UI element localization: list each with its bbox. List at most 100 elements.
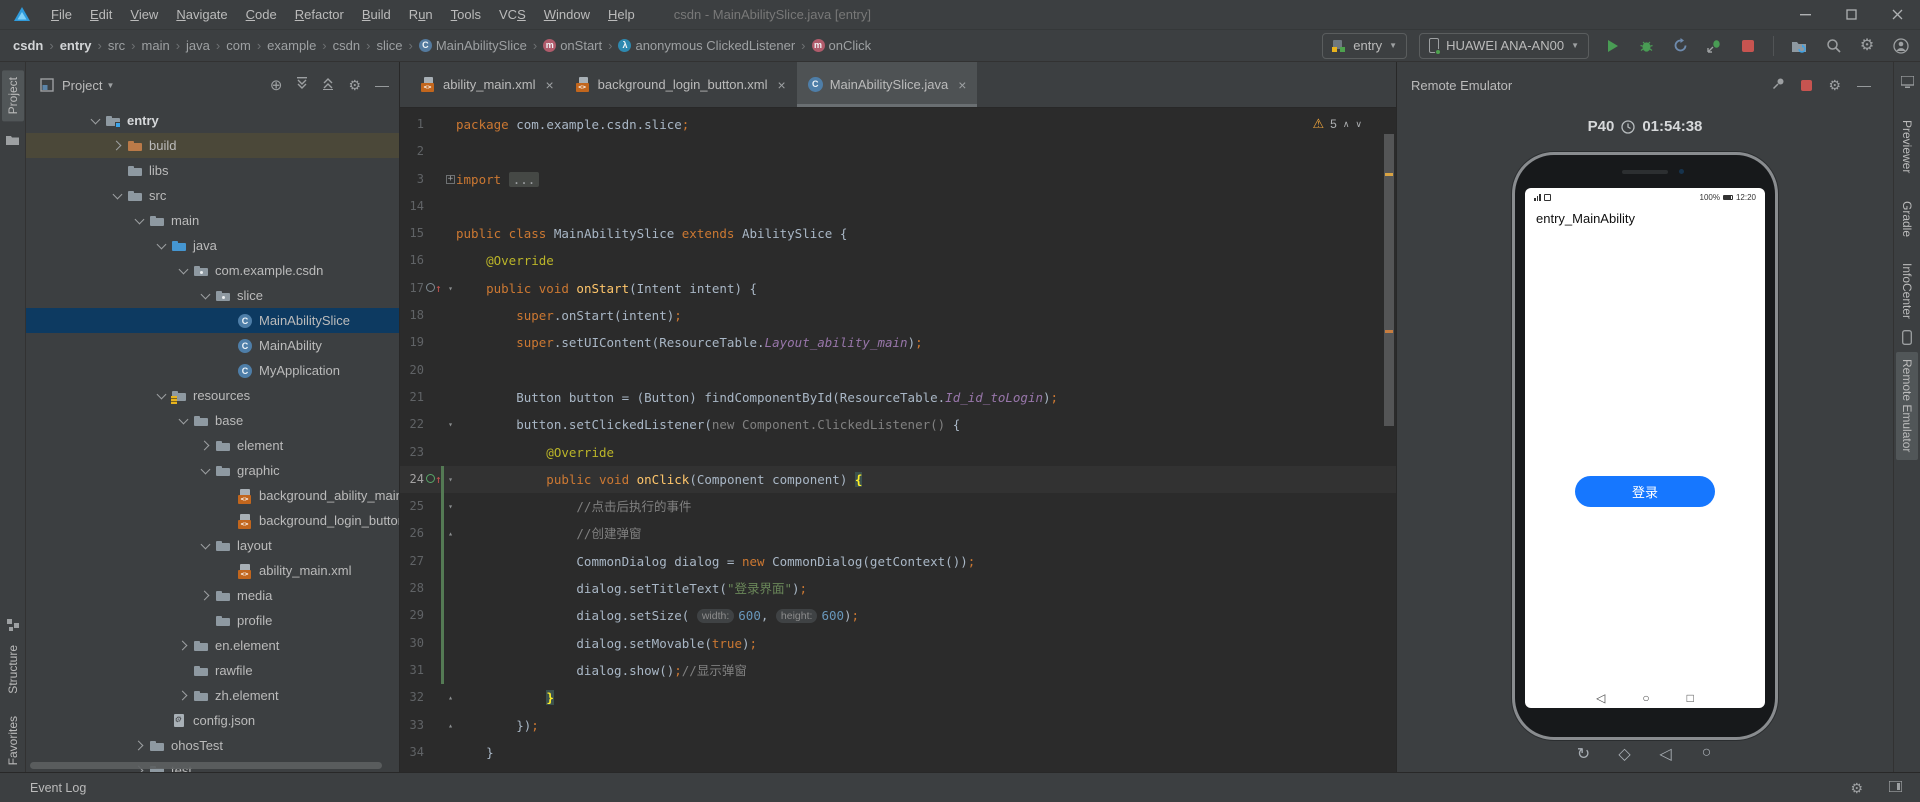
back-icon[interactable]: ◁ bbox=[1655, 744, 1677, 764]
chevron-expanded-icon[interactable] bbox=[89, 108, 103, 133]
collapse-all-icon[interactable] bbox=[322, 77, 334, 93]
menu-navigate[interactable]: Navigate bbox=[167, 0, 236, 30]
menu-edit[interactable]: Edit bbox=[81, 0, 121, 30]
code-line-30[interactable]: 30 dialog.setMovable(true); bbox=[400, 629, 1396, 657]
menu-view[interactable]: View bbox=[121, 0, 167, 30]
overriding-method-icon[interactable] bbox=[426, 282, 435, 292]
tree-item-graphic[interactable]: graphic bbox=[26, 458, 399, 483]
chevron-collapsed-icon[interactable] bbox=[133, 733, 147, 758]
fold-marker-icon[interactable]: ▾ bbox=[445, 493, 456, 520]
fold-marker-icon[interactable]: + bbox=[446, 174, 455, 184]
breadcrumb-item-slice[interactable]: slice bbox=[375, 38, 403, 53]
project-settings-gear-icon[interactable]: ⚙ bbox=[348, 78, 361, 92]
tree-item-com-example-csdn[interactable]: com.example.csdn bbox=[26, 258, 399, 283]
stop-button[interactable] bbox=[1737, 35, 1759, 57]
breadcrumb-item-csdn[interactable]: csdn bbox=[12, 38, 44, 53]
tree-item-background-ability-main-xml[interactable]: <> background_ability_main.xml bbox=[26, 483, 399, 508]
login-button[interactable]: 登录 bbox=[1575, 476, 1715, 507]
menu-build[interactable]: Build bbox=[353, 0, 400, 30]
fold-marker-icon[interactable]: ▾ bbox=[445, 411, 456, 438]
chevron-collapsed-icon[interactable] bbox=[199, 433, 213, 458]
tool-strip-remote-emulator-tab[interactable]: Remote Emulator bbox=[1896, 352, 1918, 460]
chevron-collapsed-icon[interactable] bbox=[199, 583, 213, 608]
chevron-collapsed-icon[interactable] bbox=[177, 683, 191, 708]
breadcrumb-item-entry[interactable]: entry bbox=[59, 38, 93, 53]
tree-item-build[interactable]: build bbox=[26, 133, 399, 158]
tree-item-config-json[interactable]: ⚙ config.json bbox=[26, 708, 399, 733]
code-line-22[interactable]: 22 ▾ button.setClickedListener(new Compon… bbox=[400, 411, 1396, 438]
emulator-settings-gear-icon[interactable]: ⚙ bbox=[1828, 78, 1841, 92]
menu-code[interactable]: Code bbox=[237, 0, 286, 30]
code-line-3[interactable]: 3 + import ... bbox=[400, 166, 1396, 193]
chevron-expanded-icon[interactable] bbox=[133, 208, 147, 233]
chevron-expanded-icon[interactable] bbox=[199, 458, 213, 483]
profile-avatar-icon[interactable] bbox=[1890, 35, 1912, 57]
tree-item-layout[interactable]: layout bbox=[26, 533, 399, 558]
screen-share-icon[interactable] bbox=[1899, 75, 1915, 91]
editor-tab-ability-main-xml[interactable]: <> ability_main.xml × bbox=[410, 62, 565, 107]
tree-item-zh-element[interactable]: zh.element bbox=[26, 683, 399, 708]
editor-tab-mainabilityslice-java[interactable]: C MainAbilitySlice.java × bbox=[796, 62, 978, 107]
tree-item-resources[interactable]: resources bbox=[26, 383, 399, 408]
code-editor[interactable]: 1 package com.example.csdn.slice; 2 3 + impor… bbox=[400, 108, 1396, 772]
phone-screen[interactable]: 100% 12:20 entry_MainAbility 登录 ◁ ○ □ bbox=[1525, 188, 1765, 708]
minimize-button[interactable] bbox=[1782, 0, 1828, 30]
nav-home-icon[interactable]: ○ bbox=[1642, 691, 1649, 705]
expand-all-icon[interactable] bbox=[296, 77, 308, 93]
tree-item-mainabilityslice[interactable]: C MainAbilitySlice bbox=[26, 308, 399, 333]
tool-strip-structure-tab[interactable]: Structure bbox=[2, 638, 24, 701]
overriding-method-icon[interactable] bbox=[426, 473, 435, 483]
tool-strip-gradle-tab[interactable]: Gradle bbox=[1896, 194, 1918, 244]
stop-emulator-icon[interactable] bbox=[1801, 79, 1813, 91]
menu-help[interactable]: Help bbox=[599, 0, 644, 30]
fold-marker-icon[interactable]: ▾ bbox=[445, 466, 456, 493]
breadcrumb-item-src[interactable]: src bbox=[107, 38, 126, 53]
chevron-expanded-icon[interactable] bbox=[199, 533, 213, 558]
tool-strip-favorites-tab[interactable]: Favorites bbox=[2, 709, 24, 772]
tree-item-ability-main-xml[interactable]: <> ability_main.xml bbox=[26, 558, 399, 583]
code-line-25[interactable]: 25 ▾ //点击后执行的事件 bbox=[400, 493, 1396, 521]
chevron-down-icon[interactable]: ▼ bbox=[106, 81, 114, 90]
breadcrumb-item-csdn[interactable]: csdn bbox=[332, 38, 361, 53]
next-warning-icon[interactable]: ∨ bbox=[1355, 119, 1362, 130]
menu-run[interactable]: Run bbox=[400, 0, 442, 30]
fold-marker-icon[interactable]: ▴ bbox=[445, 712, 456, 739]
tree-item-src[interactable]: src bbox=[26, 183, 399, 208]
code-line-15[interactable]: 15 public class MainAbilitySlice extends … bbox=[400, 220, 1396, 247]
tree-item-myapplication[interactable]: C MyApplication bbox=[26, 358, 399, 383]
close-tab-icon[interactable]: × bbox=[545, 77, 553, 93]
nav-back-icon[interactable]: ◁ bbox=[1596, 691, 1605, 705]
code-line-19[interactable]: 19 super.setUIContent(ResourceTable.Layo… bbox=[400, 329, 1396, 356]
code-line-18[interactable]: 18 super.onStart(intent); bbox=[400, 302, 1396, 329]
tool-strip-infocenter-tab[interactable]: InfoCenter bbox=[1896, 256, 1918, 326]
chevron-expanded-icon[interactable] bbox=[155, 383, 169, 408]
breadcrumb-item-java[interactable]: java bbox=[185, 38, 211, 53]
tree-item-libs[interactable]: libs bbox=[26, 158, 399, 183]
tree-item-en-element[interactable]: en.element bbox=[26, 633, 399, 658]
home-icon[interactable]: ○ bbox=[1696, 744, 1718, 764]
tree-item-slice[interactable]: slice bbox=[26, 283, 399, 308]
menu-vcs[interactable]: VCS bbox=[490, 0, 535, 30]
breadcrumb-item-anonymous-clickedlistener[interactable]: λ anonymous ClickedListener bbox=[617, 38, 796, 53]
menu-file[interactable]: File bbox=[42, 0, 81, 30]
close-button[interactable] bbox=[1874, 0, 1920, 30]
tree-item-main[interactable]: main bbox=[26, 208, 399, 233]
tool-strip-previewer-tab[interactable]: Previewer bbox=[1896, 113, 1918, 180]
run-button[interactable] bbox=[1601, 35, 1623, 57]
editor-tab-background-login-button-xml[interactable]: <> background_login_button.xml × bbox=[565, 62, 797, 107]
tree-item-rawfile[interactable]: rawfile bbox=[26, 658, 399, 683]
menu-refactor[interactable]: Refactor bbox=[286, 0, 353, 30]
previous-warning-icon[interactable]: ∧ bbox=[1343, 119, 1350, 130]
code-line-23[interactable]: 23 @Override bbox=[400, 439, 1396, 466]
tree-item-media[interactable]: media bbox=[26, 583, 399, 608]
chevron-expanded-icon[interactable] bbox=[199, 283, 213, 308]
tree-item-mainability[interactable]: C MainAbility bbox=[26, 333, 399, 358]
tree-item-java[interactable]: java bbox=[26, 233, 399, 258]
breadcrumb-item-mainabilityslice[interactable]: C MainAbilitySlice bbox=[418, 38, 528, 53]
tree-item-background-login-button-xml[interactable]: <> background_login_button.xml bbox=[26, 508, 399, 533]
maximize-button[interactable] bbox=[1828, 0, 1874, 30]
settings-gear-icon[interactable]: ⚙ bbox=[1856, 35, 1878, 57]
breadcrumb-item-example[interactable]: example bbox=[266, 38, 317, 53]
nav-recents-icon[interactable]: □ bbox=[1687, 691, 1694, 705]
inspection-warnings-badge[interactable]: ⚠ 5 ∧ ∨ bbox=[1312, 116, 1362, 132]
